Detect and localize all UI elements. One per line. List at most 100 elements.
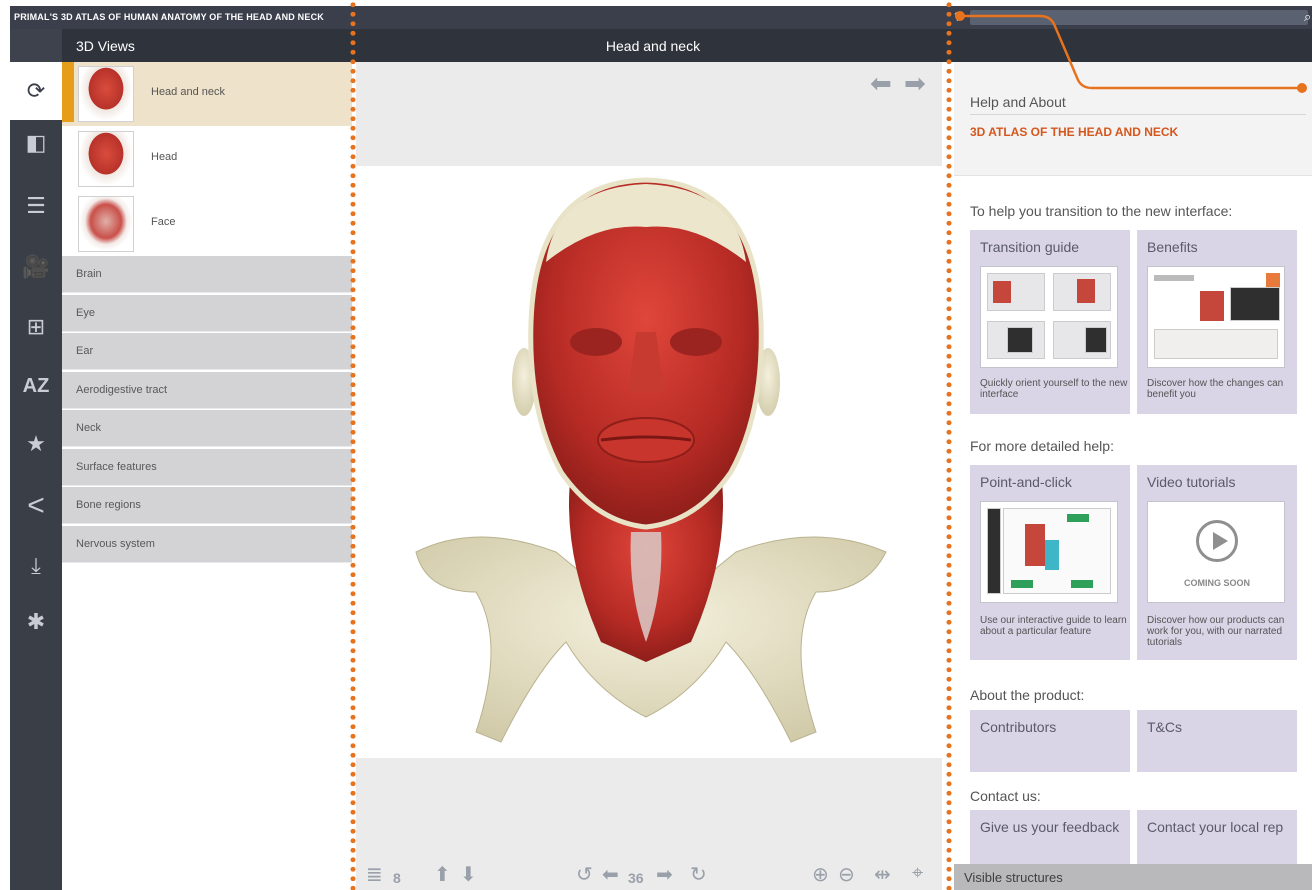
download-icon[interactable]: ⤓	[10, 537, 62, 595]
category-aerodigestive-tract[interactable]: Aerodigestive tract	[62, 372, 352, 409]
search-icon[interactable]: ⌕	[1304, 9, 1311, 25]
visible-structures-label: Visible structures	[964, 870, 1063, 885]
move-up-icon[interactable]: ⬆	[434, 862, 451, 887]
local-rep-card[interactable]: Contact your local rep	[1137, 810, 1297, 864]
layers-icon[interactable]: ≣	[366, 862, 383, 887]
coming-soon-label: COMING SOON	[1183, 578, 1250, 588]
category-label: Eye	[76, 307, 95, 319]
flip-icon[interactable]: ⇹	[874, 862, 891, 887]
documents-icon[interactable]: ☰	[10, 177, 62, 235]
play-icon[interactable]	[1196, 520, 1238, 562]
product-title: 3D ATLAS OF THE HEAD AND NECK	[970, 125, 1179, 139]
category-label: Surface features	[76, 461, 157, 473]
right-eye	[670, 328, 722, 356]
category-label: Brain	[76, 268, 102, 280]
next-view-icon[interactable]: ➡	[904, 68, 926, 99]
benefits-card[interactable]: Benefits Discover how the changes can be…	[1137, 230, 1297, 414]
app-title: PRIMAL'S 3D ATLAS OF HUMAN ANATOMY OF TH…	[14, 12, 324, 22]
card-title: T&Cs	[1147, 719, 1182, 735]
preview-device	[1230, 287, 1280, 321]
preview-rail	[987, 508, 1001, 594]
favorites-icon[interactable]: ★	[10, 415, 62, 473]
category-label: Bone regions	[76, 499, 141, 511]
zoom-in-icon[interactable]: ⊕	[812, 862, 829, 887]
view-item-head[interactable]: Head	[62, 127, 352, 191]
benefits-preview	[1147, 266, 1285, 368]
search-input[interactable]	[970, 10, 1308, 25]
preview-model	[1025, 524, 1045, 566]
preview-tag	[1011, 580, 1033, 588]
category-surface-features[interactable]: Surface features	[62, 449, 352, 486]
card-title: Benefits	[1147, 239, 1198, 255]
card-title: Point-and-click	[980, 474, 1072, 490]
category-brain[interactable]: Brain	[62, 256, 352, 293]
layers-count: 8	[393, 870, 401, 886]
rotate-right-icon[interactable]: ↻	[690, 862, 707, 887]
card-title: Give us your feedback	[980, 819, 1120, 835]
header-bar: 3D Views Head and neck	[10, 29, 1312, 62]
category-nervous-system[interactable]: Nervous system	[62, 526, 352, 563]
category-label: Neck	[76, 422, 102, 434]
card-description: Discover how the changes can benefit you	[1147, 378, 1284, 400]
app-title-bar: PRIMAL'S 3D ATLAS OF HUMAN ANATOMY OF TH…	[10, 6, 1312, 29]
terms-card[interactable]: T&Cs	[1137, 710, 1297, 772]
category-ear[interactable]: Ear	[62, 333, 352, 370]
category-bone-regions[interactable]: Bone regions	[62, 487, 352, 524]
rotate-left-icon[interactable]: ↺	[576, 862, 593, 887]
card-title: Transition guide	[980, 239, 1080, 255]
card-title: Contributors	[980, 719, 1057, 735]
movies-icon[interactable]: 🎥	[10, 238, 62, 296]
video-preview: COMING SOON	[1147, 501, 1285, 603]
section-detailed-heading: For more detailed help:	[970, 438, 1114, 454]
a-to-z-icon[interactable]: AZ	[10, 357, 62, 415]
help-icon[interactable]: ?	[954, 9, 961, 24]
anatomy-model[interactable]	[396, 172, 896, 762]
step-forward-icon[interactable]: ➡	[656, 862, 673, 887]
preview-tag	[1071, 580, 1093, 588]
visible-structures-bar[interactable]: Visible structures	[954, 864, 1312, 890]
head-and-neck-thumbnail	[78, 66, 134, 122]
help-title: Help and About	[970, 94, 1066, 110]
category-label: Nervous system	[76, 538, 155, 550]
section-contact-heading: Contact us:	[970, 788, 1041, 804]
divider	[970, 114, 1306, 115]
zoom-out-icon[interactable]: ⊖	[838, 862, 855, 887]
view-item-label: Face	[151, 216, 176, 228]
left-icon-rail: ⟳ ◧ ☰ 🎥 ⊞ AZ ★ < ⤓ ✱	[10, 62, 62, 890]
point-and-click-card[interactable]: Point-and-click Use our interactive guid…	[970, 465, 1130, 660]
3d-viewer[interactable]: ⬅ ➡ ≣ 8 ⬆ ⬇ ↺ ⬅ 36 ➡ ↻ ⊕ ⊖ ⇹ ⌖	[356, 62, 942, 890]
view-item-label: Head and neck	[151, 86, 225, 98]
help-header: Help and About 3D ATLAS OF THE HEAD AND …	[954, 62, 1312, 176]
transition-guide-card[interactable]: Transition guide Quickly orient yourself…	[970, 230, 1130, 414]
slides-icon[interactable]: ◧	[10, 114, 62, 172]
hierarchy-icon[interactable]: ⊞	[10, 298, 62, 356]
preview-highlight	[1045, 540, 1059, 570]
step-back-icon[interactable]: ⬅	[602, 862, 619, 887]
right-panel-divider	[946, 0, 952, 890]
viewer-top-band	[356, 62, 942, 166]
previous-view-icon[interactable]: ⬅	[870, 68, 892, 99]
settings-icon[interactable]: ✱	[10, 593, 62, 651]
view-item-head-and-neck[interactable]: Head and neck	[62, 62, 352, 126]
category-label: Ear	[76, 345, 94, 357]
preview-head	[993, 281, 1011, 303]
video-tutorials-card[interactable]: Video tutorials COMING SOON Discover how…	[1137, 465, 1297, 660]
selection-indicator	[62, 62, 74, 122]
category-neck[interactable]: Neck	[62, 410, 352, 447]
category-label: Aerodigestive tract	[76, 384, 168, 396]
move-down-icon[interactable]: ⬇	[460, 862, 477, 887]
share-icon[interactable]: <	[10, 477, 62, 535]
card-description: Use our interactive guide to learn about…	[980, 615, 1127, 637]
3d-views-icon[interactable]: ⟳	[10, 62, 62, 120]
feedback-card[interactable]: Give us your feedback	[970, 810, 1130, 864]
views-list-panel: Head and neck Head Face Brain Eye Ear Ae…	[62, 62, 352, 890]
viewer-title: Head and neck	[605, 38, 701, 54]
category-eye[interactable]: Eye	[62, 295, 352, 332]
preview-text	[1154, 275, 1194, 281]
reset-view-icon[interactable]: ⌖	[912, 862, 923, 885]
preview-scan	[1085, 327, 1107, 353]
view-item-label: Head	[151, 151, 178, 163]
preview-scan	[1007, 327, 1033, 353]
view-item-face[interactable]: Face	[62, 192, 352, 256]
contributors-card[interactable]: Contributors	[970, 710, 1130, 772]
